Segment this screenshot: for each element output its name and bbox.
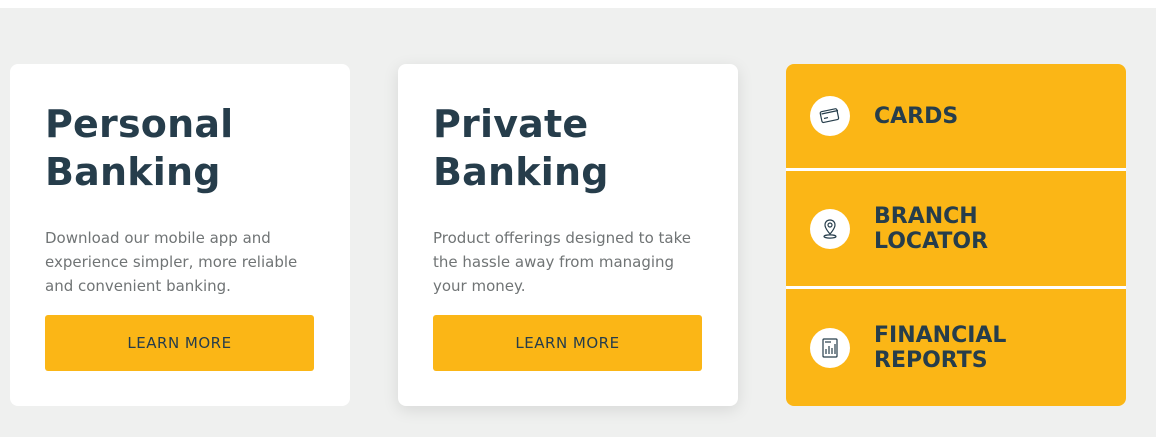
- divider: [786, 286, 1126, 289]
- learn-more-button[interactable]: LEARN MORE: [45, 315, 314, 371]
- quick-link-label: BRANCH LOCATOR: [874, 203, 989, 254]
- quick-link-financial-reports[interactable]: FINANCIAL REPORTS: [786, 290, 1126, 406]
- quick-link-label: CARDS: [874, 103, 959, 129]
- card-title: Private Banking: [433, 102, 609, 194]
- quick-link-branch-locator[interactable]: BRANCH LOCATOR: [786, 171, 1126, 286]
- card-description: Download our mobile app and experience s…: [45, 229, 298, 295]
- card-title: Personal Banking: [45, 102, 234, 194]
- quick-links-panel: CARDS BRANCH LOCATOR FINANCIAL REPORTS: [786, 64, 1126, 406]
- personal-banking-card: Personal Banking Download our mobile app…: [10, 64, 350, 406]
- location-pin-icon: [810, 208, 850, 249]
- quick-link-cards[interactable]: CARDS: [786, 64, 1126, 168]
- credit-card-icon: [810, 96, 850, 136]
- report-chart-icon: [810, 328, 850, 368]
- banking-section: Personal Banking Download our mobile app…: [0, 8, 1156, 437]
- card-description: Product offerings designed to take the h…: [433, 229, 691, 295]
- private-banking-card: Private Banking Product offerings design…: [398, 64, 738, 406]
- quick-link-label: FINANCIAL REPORTS: [874, 323, 1007, 373]
- learn-more-button[interactable]: LEARN MORE: [433, 315, 702, 371]
